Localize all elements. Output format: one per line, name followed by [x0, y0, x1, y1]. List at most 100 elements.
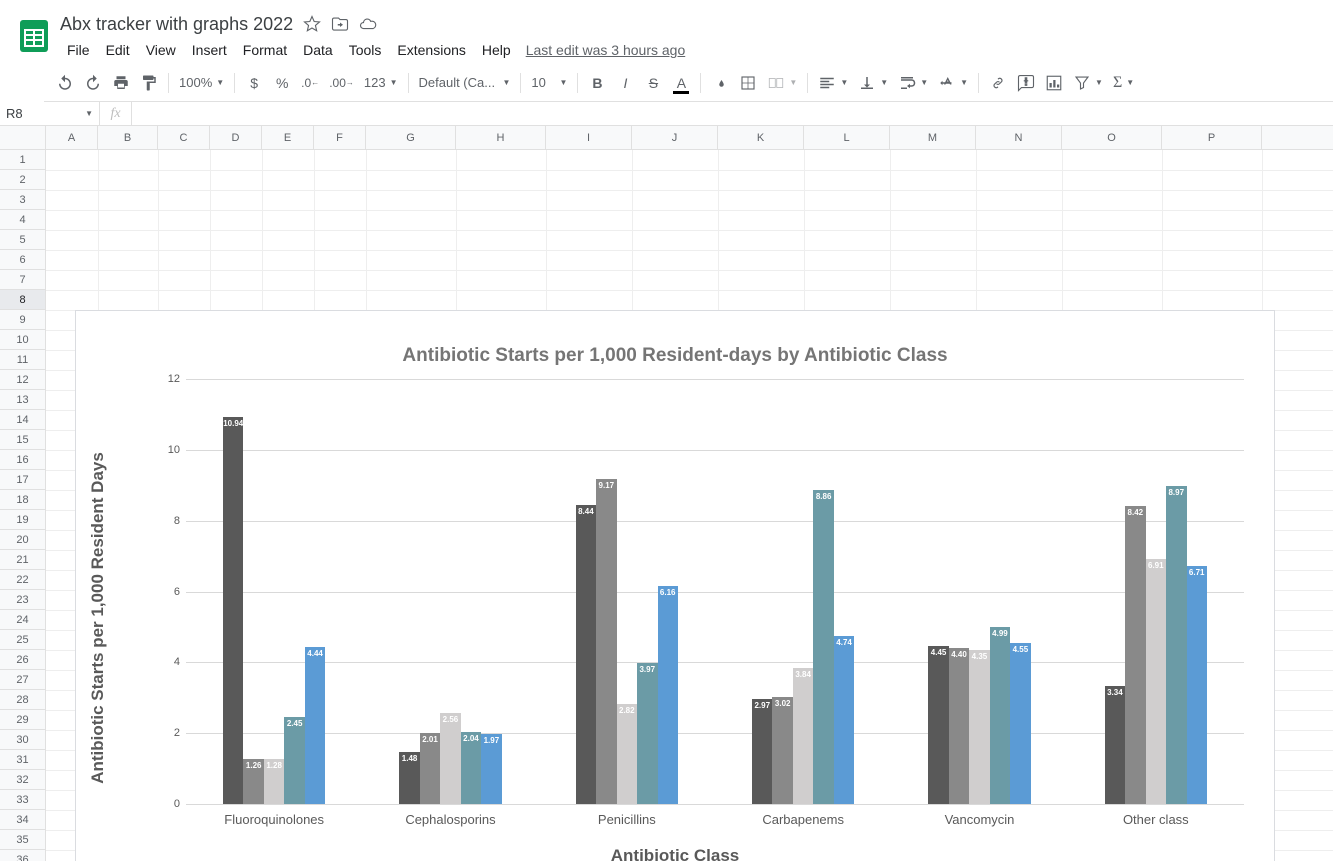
functions-button[interactable]: Σ▼ [1109, 70, 1138, 96]
row-header[interactable]: 31 [0, 750, 45, 770]
strikethrough-button[interactable]: S [640, 70, 666, 96]
row-header[interactable]: 2 [0, 170, 45, 190]
column-header[interactable]: J [632, 126, 718, 150]
menu-data[interactable]: Data [296, 38, 340, 62]
row-header[interactable]: 20 [0, 530, 45, 550]
column-header[interactable]: L [804, 126, 890, 150]
text-wrap-button[interactable]: ▼ [894, 70, 932, 96]
row-header[interactable]: 33 [0, 790, 45, 810]
row-header[interactable]: 14 [0, 410, 45, 430]
row-header[interactable]: 32 [0, 770, 45, 790]
row-header[interactable]: 23 [0, 590, 45, 610]
redo-button[interactable] [80, 70, 106, 96]
menu-extensions[interactable]: Extensions [390, 38, 472, 62]
column-header[interactable]: I [546, 126, 632, 150]
row-header[interactable]: 28 [0, 690, 45, 710]
row-header[interactable]: 3 [0, 190, 45, 210]
row-header[interactable]: 11 [0, 350, 45, 370]
row-header[interactable]: 15 [0, 430, 45, 450]
filter-button[interactable]: ▼ [1069, 70, 1107, 96]
column-header[interactable]: M [890, 126, 976, 150]
increase-decimal-button[interactable]: .00→ [325, 70, 358, 96]
select-all-corner[interactable] [0, 126, 46, 150]
row-header[interactable]: 34 [0, 810, 45, 830]
move-icon[interactable] [331, 15, 349, 33]
zoom-dropdown[interactable]: 100%▼ [175, 70, 228, 96]
row-header[interactable]: 6 [0, 250, 45, 270]
row-header[interactable]: 13 [0, 390, 45, 410]
number-format-dropdown[interactable]: 123▼ [360, 70, 402, 96]
row-header[interactable]: 5 [0, 230, 45, 250]
menu-edit[interactable]: Edit [99, 38, 137, 62]
decrease-decimal-button[interactable]: .0← [297, 70, 323, 96]
row-header[interactable]: 18 [0, 490, 45, 510]
currency-button[interactable]: $ [241, 70, 267, 96]
column-header[interactable]: O [1062, 126, 1162, 150]
row-header[interactable]: 36 [0, 850, 45, 861]
column-header[interactable]: D [210, 126, 262, 150]
merge-cells-button[interactable]: ▼ [763, 70, 801, 96]
horizontal-align-button[interactable]: ▼ [814, 70, 852, 96]
insert-comment-button[interactable] [1013, 70, 1039, 96]
paint-format-button[interactable] [136, 70, 162, 96]
vertical-align-button[interactable]: ▼ [854, 70, 892, 96]
insert-link-button[interactable] [985, 70, 1011, 96]
column-header[interactable]: E [262, 126, 314, 150]
column-header[interactable]: G [366, 126, 456, 150]
column-header[interactable]: K [718, 126, 804, 150]
row-header[interactable]: 26 [0, 650, 45, 670]
borders-button[interactable] [735, 70, 761, 96]
italic-button[interactable]: I [612, 70, 638, 96]
star-icon[interactable] [303, 15, 321, 33]
column-header[interactable]: H [456, 126, 546, 150]
row-header[interactable]: 19 [0, 510, 45, 530]
row-header[interactable]: 1 [0, 150, 45, 170]
row-header[interactable]: 16 [0, 450, 45, 470]
row-header[interactable]: 12 [0, 370, 45, 390]
menu-insert[interactable]: Insert [185, 38, 234, 62]
undo-button[interactable] [52, 70, 78, 96]
fill-color-button[interactable] [707, 70, 733, 96]
menu-tools[interactable]: Tools [342, 38, 389, 62]
name-box[interactable]: R8▼ [0, 102, 100, 126]
column-header[interactable]: N [976, 126, 1062, 150]
text-color-button[interactable]: A [668, 70, 694, 96]
row-header[interactable]: 17 [0, 470, 45, 490]
row-header[interactable]: 29 [0, 710, 45, 730]
percent-button[interactable]: % [269, 70, 295, 96]
row-header[interactable]: 30 [0, 730, 45, 750]
column-header[interactable]: P [1162, 126, 1262, 150]
column-header[interactable]: A [46, 126, 98, 150]
row-header[interactable]: 4 [0, 210, 45, 230]
menu-format[interactable]: Format [236, 38, 294, 62]
row-header[interactable]: 25 [0, 630, 45, 650]
font-size-dropdown[interactable]: 10▼ [527, 70, 571, 96]
menu-help[interactable]: Help [475, 38, 518, 62]
text-rotation-button[interactable]: ▼ [934, 70, 972, 96]
row-header[interactable]: 27 [0, 670, 45, 690]
sheet-grid[interactable]: ABCDEFGHIJKLMNOP 12345678910111213141516… [0, 126, 1333, 861]
row-header[interactable]: 10 [0, 330, 45, 350]
menu-view[interactable]: View [139, 38, 183, 62]
row-header[interactable]: 35 [0, 830, 45, 850]
sheets-logo[interactable] [14, 16, 54, 56]
row-header[interactable]: 9 [0, 310, 45, 330]
formula-input[interactable] [132, 102, 1333, 125]
row-header[interactable]: 21 [0, 550, 45, 570]
column-header[interactable]: F [314, 126, 366, 150]
print-button[interactable] [108, 70, 134, 96]
font-dropdown[interactable]: Default (Ca...▼ [415, 70, 515, 96]
doc-title[interactable]: Abx tracker with graphs 2022 [60, 14, 293, 35]
bold-button[interactable]: B [584, 70, 610, 96]
menu-file[interactable]: File [60, 38, 97, 62]
insert-chart-button[interactable] [1041, 70, 1067, 96]
cloud-status-icon[interactable] [359, 15, 377, 33]
column-header[interactable]: C [158, 126, 210, 150]
row-header[interactable]: 22 [0, 570, 45, 590]
row-header[interactable]: 8 [0, 290, 45, 310]
column-header[interactable]: B [98, 126, 158, 150]
row-header[interactable]: 7 [0, 270, 45, 290]
last-edit-link[interactable]: Last edit was 3 hours ago [526, 42, 686, 58]
chart-embed[interactable]: Antibiotic Starts per 1,000 Resident-day… [75, 310, 1275, 861]
row-header[interactable]: 24 [0, 610, 45, 630]
